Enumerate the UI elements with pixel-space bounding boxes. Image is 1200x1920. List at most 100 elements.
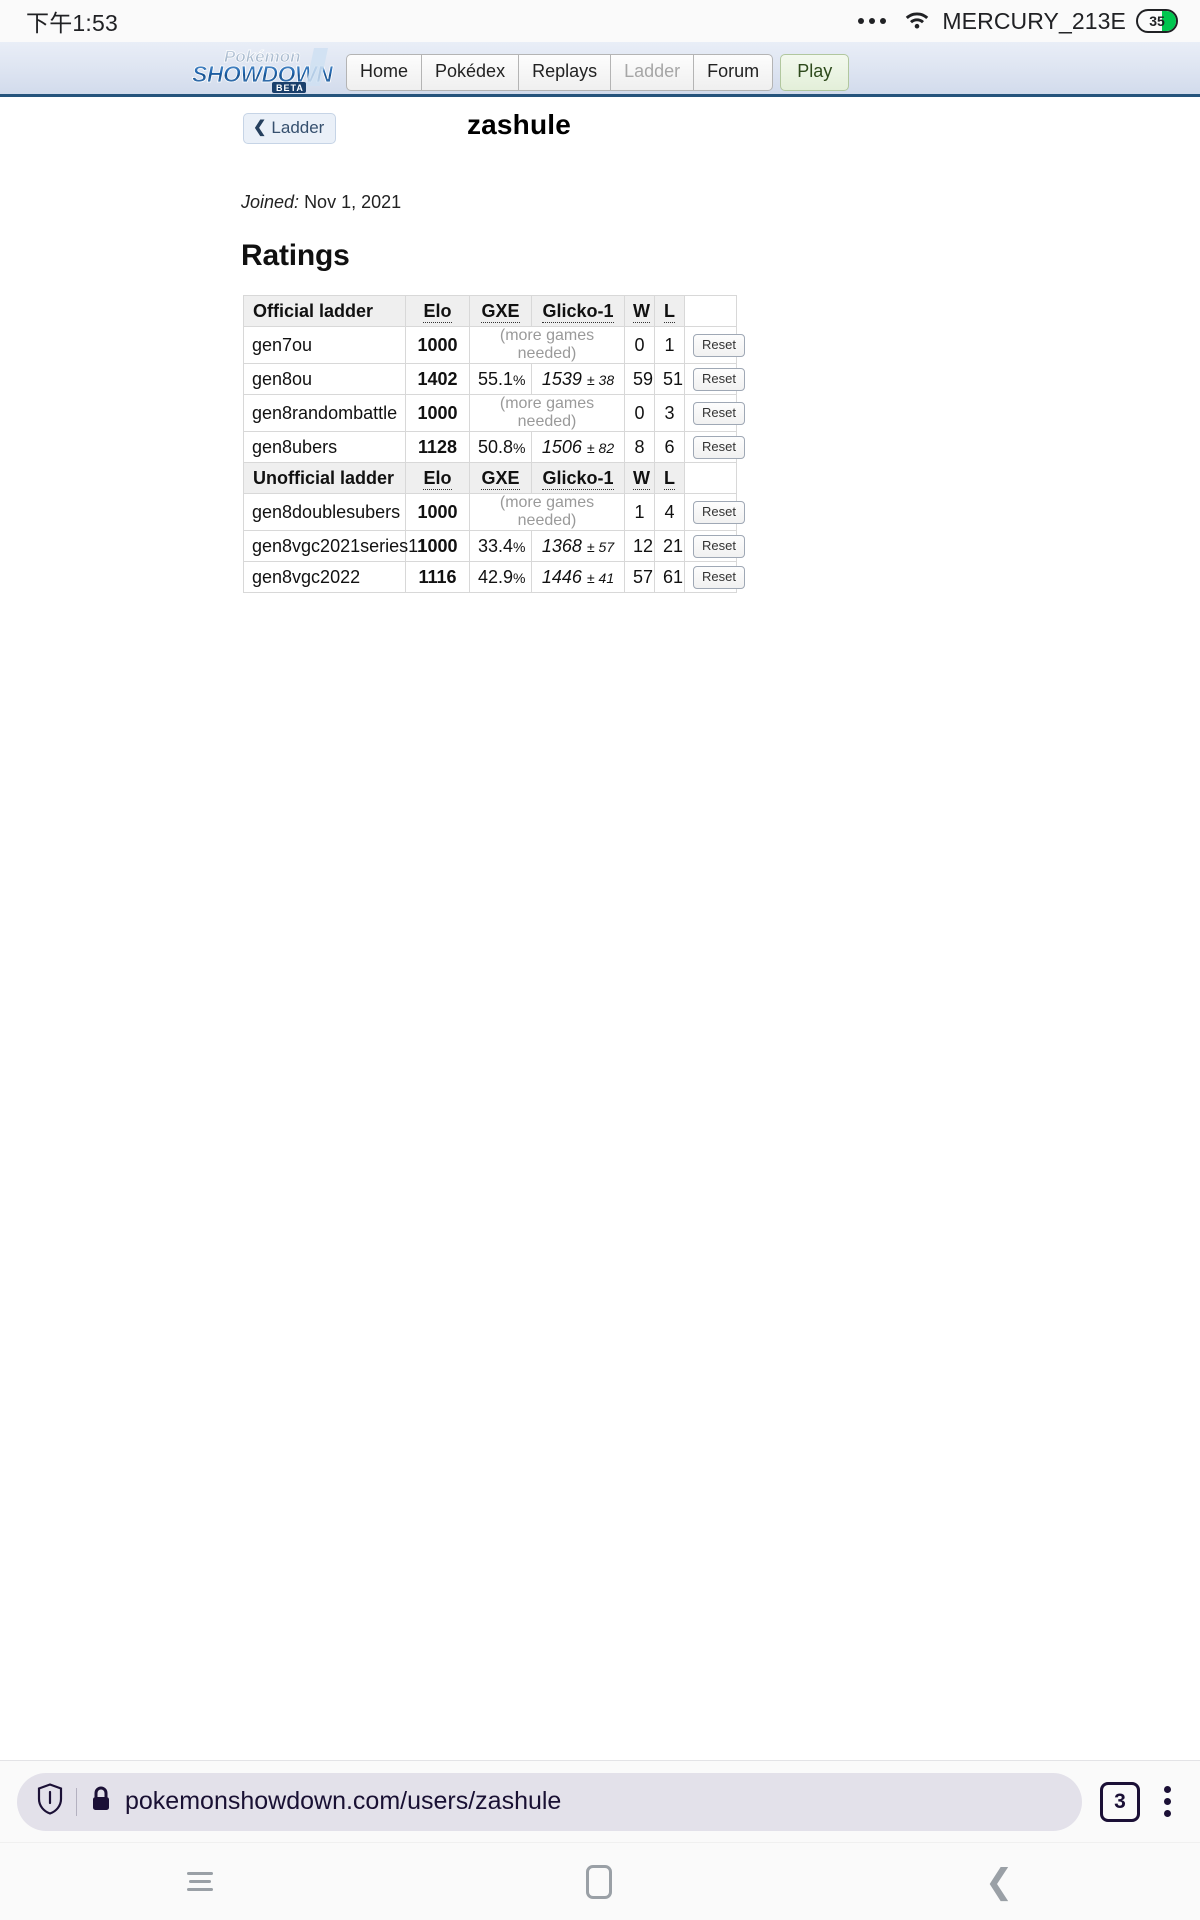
wins-value: 8 <box>624 431 655 463</box>
elo-value: 1116 <box>405 561 470 593</box>
site-nav: Home Pokédex Replays Ladder Forum Play <box>346 54 850 94</box>
browser-toolbar: pokemonshowdown.com/users/zashule 3 <box>0 1760 1200 1842</box>
losses-value: 21 <box>654 530 685 562</box>
column-header-actions <box>684 295 737 327</box>
reset-cell: Reset <box>684 326 745 364</box>
status-clock: 下午1:53 <box>26 10 118 36</box>
losses-value: 4 <box>654 493 685 531</box>
reset-button[interactable]: Reset <box>693 401 745 426</box>
status-indicators: MERCURY_213E 35 <box>858 7 1178 36</box>
section-header-label: Official ladder <box>243 295 406 327</box>
table-section-header: Unofficial ladder Elo GXE Glicko-1 W L <box>243 462 737 494</box>
elo-value: 1402 <box>405 363 470 395</box>
format-name: gen7ou <box>243 326 406 364</box>
losses-value: 51 <box>654 363 685 395</box>
format-name: gen8vgc2022 <box>243 561 406 593</box>
reset-button[interactable]: Reset <box>693 565 745 590</box>
table-row: gen8randombattle 1000 (more games needed… <box>243 394 745 432</box>
table-section-header: Official ladder Elo GXE Glicko-1 W L <box>243 295 737 327</box>
format-name: gen8ou <box>243 363 406 395</box>
losses-value: 6 <box>654 431 685 463</box>
page-title: zashule <box>466 109 572 140</box>
wins-value: 0 <box>624 394 655 432</box>
format-name: gen8ubers <box>243 431 406 463</box>
losses-value: 1 <box>654 326 685 364</box>
format-name: gen8vgc2021series11 <box>243 530 427 562</box>
back-icon[interactable]: ❮ <box>985 1865 1014 1899</box>
elo-value: 1000 <box>405 394 470 432</box>
column-header-elo: Elo <box>405 295 470 327</box>
losses-value: 61 <box>654 561 685 593</box>
battery-indicator: 35 <box>1136 9 1178 33</box>
elo-value: 1000 <box>405 326 470 364</box>
gxe-value: (more games needed) <box>469 493 625 531</box>
table-row: gen8ubers 1128 50.8% 1506 ± 82 8 6 Reset <box>243 431 745 463</box>
reset-cell: Reset <box>684 363 745 395</box>
glicko-value: 1368 ± 57 <box>531 530 625 562</box>
lock-icon[interactable] <box>90 1785 112 1818</box>
reset-cell: Reset <box>684 431 745 463</box>
pokemon-showdown-logo[interactable]: Pokémon SHOWDOWN BETA <box>188 42 338 94</box>
column-header-wins: W <box>624 462 655 494</box>
reset-button[interactable]: Reset <box>693 367 745 392</box>
home-icon[interactable] <box>585 1864 612 1899</box>
wins-value: 12 <box>624 530 655 562</box>
reset-cell: Reset <box>684 394 745 432</box>
nav-item-play[interactable]: Play <box>780 54 850 91</box>
recent-apps-icon[interactable] <box>186 1867 213 1896</box>
reset-button[interactable]: Reset <box>693 333 745 358</box>
column-header-glicko: Glicko-1 <box>531 295 625 327</box>
format-name: gen8doublesubers <box>243 493 406 531</box>
joined-value: Nov 1, 2021 <box>304 192 402 212</box>
reset-cell: Reset <box>684 561 745 593</box>
glicko-value: 1539 ± 38 <box>531 363 625 395</box>
column-header-losses: L <box>654 295 685 327</box>
nav-item-pokedex[interactable]: Pokédex <box>422 54 520 91</box>
profile-header: ❮ Ladder zashule <box>0 97 1200 147</box>
nav-item-ladder[interactable]: Ladder <box>611 54 695 91</box>
android-nav-bar: ❮ <box>0 1842 1200 1920</box>
gxe-value: 50.8% <box>469 431 532 463</box>
tab-counter-button[interactable]: 3 <box>1100 1781 1140 1822</box>
svg-text:BETA: BETA <box>276 83 304 93</box>
address-bar[interactable]: pokemonshowdown.com/users/zashule <box>17 1772 1082 1831</box>
wifi-ssid: MERCURY_213E <box>942 7 1126 34</box>
column-header-losses: L <box>654 462 685 494</box>
column-header-elo: Elo <box>405 462 470 494</box>
url-text[interactable]: pokemonshowdown.com/users/zashule <box>125 1787 561 1816</box>
reset-button[interactable]: Reset <box>693 435 745 460</box>
gxe-value: 42.9% <box>469 561 532 593</box>
reset-button[interactable]: Reset <box>693 534 745 559</box>
nav-item-forum[interactable]: Forum <box>694 54 774 91</box>
glicko-value: 1506 ± 82 <box>531 431 625 463</box>
format-name: gen8randombattle <box>243 394 406 432</box>
elo-value: 1128 <box>405 431 470 463</box>
page-content: ❮ Ladder zashule Joined: Nov 1, 2021 Rat… <box>0 97 1200 1760</box>
table-row: gen8vgc2022 1116 42.9% 1446 ± 41 57 61 R… <box>243 561 745 593</box>
battery-level: 35 <box>1149 13 1165 29</box>
table-row: gen8doublesubers 1000 (more games needed… <box>243 493 745 531</box>
reset-button[interactable]: Reset <box>693 500 745 525</box>
more-dots-icon <box>858 18 887 24</box>
column-header-gxe: GXE <box>469 462 532 494</box>
shield-icon[interactable] <box>37 1783 63 1820</box>
losses-value: 3 <box>654 394 685 432</box>
kebab-menu-icon[interactable] <box>1152 1780 1183 1823</box>
reset-cell: Reset <box>684 493 745 531</box>
wins-value: 57 <box>624 561 655 593</box>
column-header-gxe: GXE <box>469 295 532 327</box>
column-header-glicko: Glicko-1 <box>531 462 625 494</box>
wins-value: 59 <box>624 363 655 395</box>
table-row: gen8vgc2021series11 1000 33.4% 1368 ± 57… <box>243 530 745 562</box>
column-header-actions <box>684 462 737 494</box>
joined-date: Joined: Nov 1, 2021 <box>241 192 1200 213</box>
table-row: gen8ou 1402 55.1% 1539 ± 38 59 51 Reset <box>243 363 745 395</box>
glicko-value: 1446 ± 41 <box>531 561 625 593</box>
nav-item-replays[interactable]: Replays <box>519 54 612 91</box>
joined-label: Joined: <box>241 192 300 212</box>
nav-item-home[interactable]: Home <box>346 54 423 91</box>
ratings-heading: Ratings <box>241 239 350 272</box>
android-status-bar: 下午1:53 MERCURY_213E 35 <box>0 0 1200 42</box>
gxe-value: (more games needed) <box>469 326 625 364</box>
site-header: Pokémon SHOWDOWN BETA Home Pokédex Repla… <box>0 42 1200 97</box>
